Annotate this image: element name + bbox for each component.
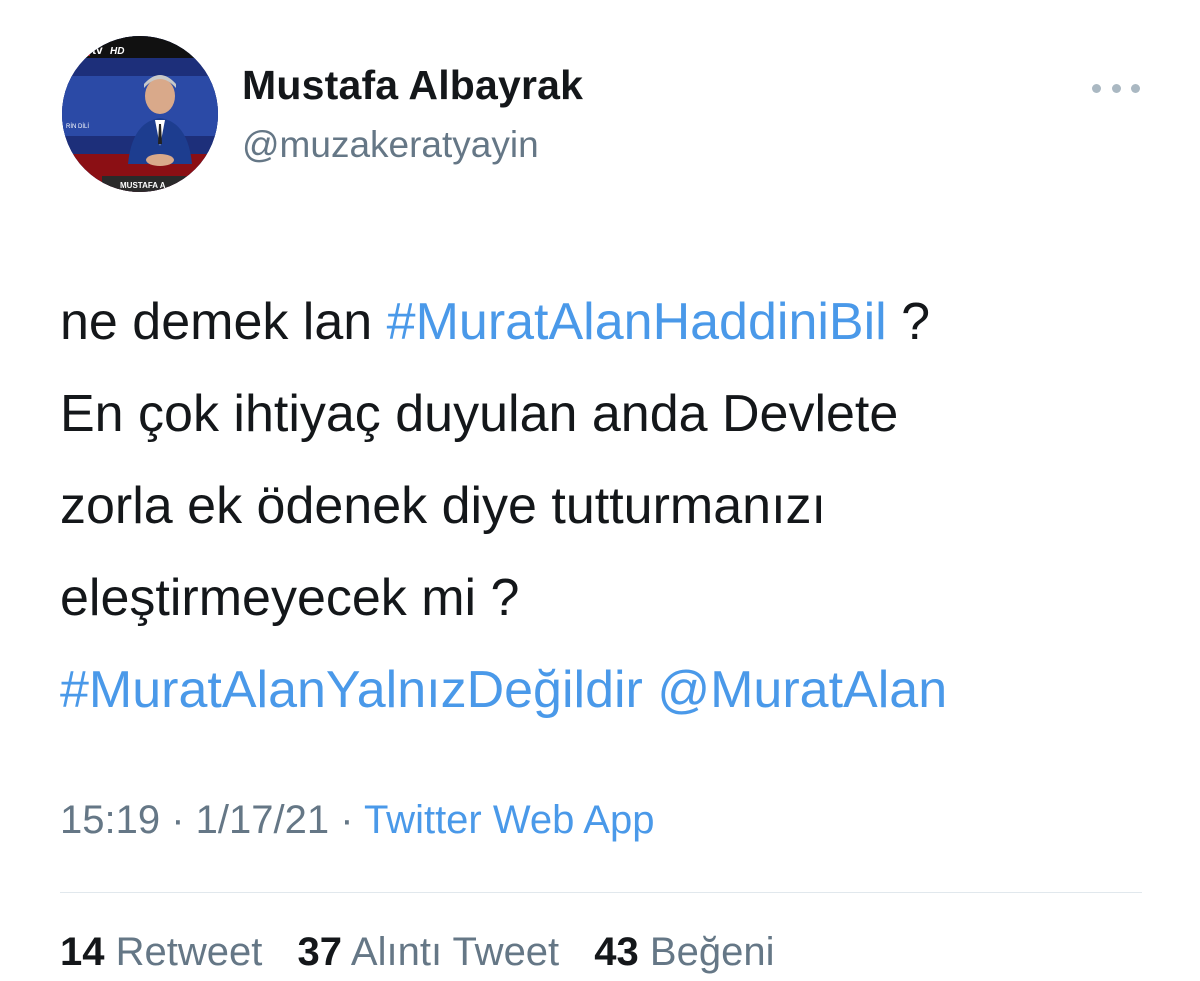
author-handle[interactable]: @muzakeratyayin xyxy=(242,124,539,166)
svg-text:RİN DİLİ: RİN DİLİ xyxy=(66,123,89,130)
likes-label: Beğeni xyxy=(649,930,775,974)
quote-tweets-stat[interactable]: 37 Alıntı Tweet xyxy=(298,930,560,974)
tweet-text-segment: ne demek lan xyxy=(60,293,387,351)
retweets-label: Retweet xyxy=(115,930,263,974)
svg-text:MUSTAFA A: MUSTAFA A xyxy=(120,181,166,190)
avatar[interactable]: tv HD RİN DİLİ MUSTAFA A xyxy=(62,36,218,192)
meta-separator: · xyxy=(329,798,364,842)
quote-tweets-label: Alıntı Tweet xyxy=(350,930,560,974)
svg-text:HD: HD xyxy=(110,46,124,57)
more-dot xyxy=(1092,83,1101,93)
tweet-text-segment xyxy=(643,661,657,719)
tweet-meta: 15:19 · 1/17/21 · Twitter Web App xyxy=(60,798,654,843)
source-app-link[interactable]: Twitter Web App xyxy=(364,798,655,842)
tweet-detail: tv HD RİN DİLİ MUSTAFA A Mustafa Albayra… xyxy=(0,0,1200,981)
tweet-line: eleştirmeyecek mi ? xyxy=(60,569,520,627)
meta-separator: · xyxy=(160,798,196,842)
hashtag-link[interactable]: #MuratAlanHaddiniBil xyxy=(387,293,887,351)
engagement-stats: 14 Retweet 37 Alıntı Tweet 43 Beğeni xyxy=(60,930,798,975)
likes-count: 43 xyxy=(594,930,639,974)
tweet-date[interactable]: 1/17/21 xyxy=(196,798,329,842)
likes-stat[interactable]: 43 Beğeni xyxy=(594,930,774,974)
more-dot xyxy=(1111,83,1121,93)
more-horizontal-icon[interactable] xyxy=(1092,74,1140,102)
quote-tweets-count: 37 xyxy=(297,930,343,974)
mention-link[interactable]: @MuratAlan xyxy=(657,661,947,719)
avatar-logo-text: tv xyxy=(92,43,103,57)
tweet-text: ne demek lan #MuratAlanHaddiniBil ? En ç… xyxy=(60,276,1170,736)
author-name[interactable]: Mustafa Albayrak xyxy=(242,62,583,109)
tweet-line: #MuratAlanYalnızDeğildir @MuratAlan xyxy=(60,644,1170,736)
tweet-line: zorla ek ödenek diye tutturmanızı xyxy=(60,477,826,535)
more-dot xyxy=(1131,83,1140,93)
tweet-line: En çok ihtiyaç duyulan anda Devlete xyxy=(60,385,899,443)
tweet-line: ne demek lan #MuratAlanHaddiniBil ? xyxy=(60,276,1170,368)
retweets-count: 14 xyxy=(60,930,105,974)
divider xyxy=(60,892,1142,893)
hashtag-link[interactable]: #MuratAlanYalnızDeğildir xyxy=(60,661,643,719)
tweet-text-segment: ? xyxy=(886,293,931,351)
retweets-stat[interactable]: 14 Retweet xyxy=(60,930,262,974)
tweet-time[interactable]: 15:19 xyxy=(60,798,160,842)
